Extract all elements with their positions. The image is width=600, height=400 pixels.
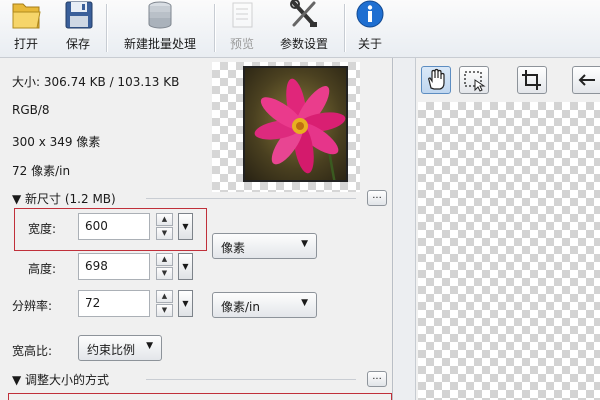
toolbar-separator bbox=[214, 4, 215, 52]
new-batch-button[interactable]: 新建批量处理 bbox=[112, 0, 208, 56]
toolbar-separator bbox=[344, 4, 345, 52]
save-label: 保存 bbox=[65, 37, 90, 51]
settings-button[interactable]: 参数设置 bbox=[272, 0, 336, 56]
floppy-disk-icon bbox=[65, 1, 93, 29]
marquee-select-icon bbox=[464, 71, 486, 92]
folder-icon bbox=[12, 3, 41, 29]
resize-method-heading[interactable]: ▼ 调整大小的方式 bbox=[12, 371, 109, 388]
section-divider bbox=[146, 198, 356, 199]
about-label: 关于 bbox=[357, 37, 382, 51]
info-icon bbox=[356, 0, 384, 28]
height-label: 高度: bbox=[28, 262, 57, 276]
settings-label: 参数设置 bbox=[279, 37, 328, 51]
chevron-down-icon: ▼ bbox=[301, 298, 308, 308]
spin-down-icon[interactable]: ▼ bbox=[156, 304, 173, 317]
resolution-label: 分辨率: bbox=[12, 299, 53, 313]
new-size-more-button[interactable]: ... bbox=[367, 190, 387, 206]
resolution-text: 72 像素/in bbox=[12, 164, 71, 178]
open-button[interactable]: 打开 bbox=[4, 0, 48, 56]
marquee-select-button[interactable] bbox=[459, 66, 489, 94]
aspect-ratio-select[interactable]: 约束比例 ▼ bbox=[78, 335, 162, 361]
flower-thumbnail bbox=[243, 66, 348, 182]
chevron-down-icon: ▼ bbox=[146, 341, 153, 351]
save-button[interactable]: 保存 bbox=[58, 0, 98, 56]
new-batch-label: 新建批量处理 bbox=[123, 37, 196, 51]
spin-up-icon[interactable]: ▲ bbox=[156, 290, 173, 303]
chevron-down-icon: ▼ bbox=[182, 222, 189, 231]
resize-method-highlight-box bbox=[8, 393, 392, 400]
dimensions-text: 300 x 349 像素 bbox=[12, 135, 101, 149]
height-unit-dropdown[interactable]: ▼ bbox=[178, 253, 193, 280]
width-input[interactable]: 600 bbox=[78, 213, 150, 240]
file-size-text: 大小: 306.74 KB / 103.13 KB bbox=[12, 75, 180, 89]
toolbar: 打开 保存 新建批量处理 预览 参数设置 关于 bbox=[0, 0, 600, 58]
tools-icon bbox=[290, 0, 317, 27]
canvas-transparent-area[interactable] bbox=[418, 102, 600, 400]
preview-icon bbox=[232, 2, 253, 28]
arrow-left-icon bbox=[578, 74, 595, 86]
color-mode-text: RGB/8 bbox=[12, 103, 50, 117]
toolbar-separator bbox=[106, 4, 107, 52]
chevron-down-icon: ▼ bbox=[182, 262, 189, 271]
crop-icon bbox=[522, 70, 541, 90]
spin-up-icon[interactable]: ▲ bbox=[156, 253, 173, 266]
hand-icon bbox=[428, 68, 445, 90]
resolution-input[interactable]: 72 bbox=[78, 290, 150, 317]
vertical-scrollbar[interactable] bbox=[394, 58, 416, 400]
spin-down-icon[interactable]: ▼ bbox=[156, 227, 173, 240]
height-spinner[interactable]: ▲ ▼ bbox=[156, 253, 173, 280]
resolution-unit-select[interactable]: 像素/in ▼ bbox=[212, 292, 317, 318]
unit-select-value: 像素 bbox=[221, 241, 246, 255]
hand-tool-button[interactable] bbox=[421, 66, 451, 94]
width-spinner[interactable]: ▲ ▼ bbox=[156, 213, 173, 240]
spin-down-icon[interactable]: ▼ bbox=[156, 267, 173, 280]
resize-method-more-button[interactable]: ... bbox=[367, 371, 387, 387]
open-label: 打开 bbox=[13, 37, 38, 51]
spin-up-icon[interactable]: ▲ bbox=[156, 213, 173, 226]
width-unit-dropdown[interactable]: ▼ bbox=[178, 213, 193, 240]
crop-tool-button[interactable] bbox=[517, 66, 547, 94]
width-label: 宽度: bbox=[28, 222, 57, 236]
preview-button[interactable]: 预览 bbox=[220, 0, 264, 56]
unit-select[interactable]: 像素 ▼ bbox=[212, 233, 317, 259]
preview-label: 预览 bbox=[229, 37, 254, 51]
height-input[interactable]: 698 bbox=[78, 253, 150, 280]
chevron-down-icon: ▼ bbox=[301, 239, 308, 249]
chevron-down-icon: ▼ bbox=[182, 299, 189, 308]
new-size-heading[interactable]: ▼ 新尺寸 (1.2 MB) bbox=[12, 190, 116, 207]
back-button[interactable] bbox=[572, 66, 600, 94]
resolution-unit-value: 像素/in bbox=[221, 300, 260, 314]
aspect-ratio-label: 宽高比: bbox=[12, 344, 53, 358]
resolution-unit-dropdown[interactable]: ▼ bbox=[178, 290, 193, 317]
about-button[interactable]: 关于 bbox=[350, 0, 390, 56]
database-icon bbox=[148, 1, 172, 29]
section-divider bbox=[146, 379, 356, 380]
aspect-ratio-value: 约束比例 bbox=[87, 343, 136, 357]
resolution-spinner[interactable]: ▲ ▼ bbox=[156, 290, 173, 317]
